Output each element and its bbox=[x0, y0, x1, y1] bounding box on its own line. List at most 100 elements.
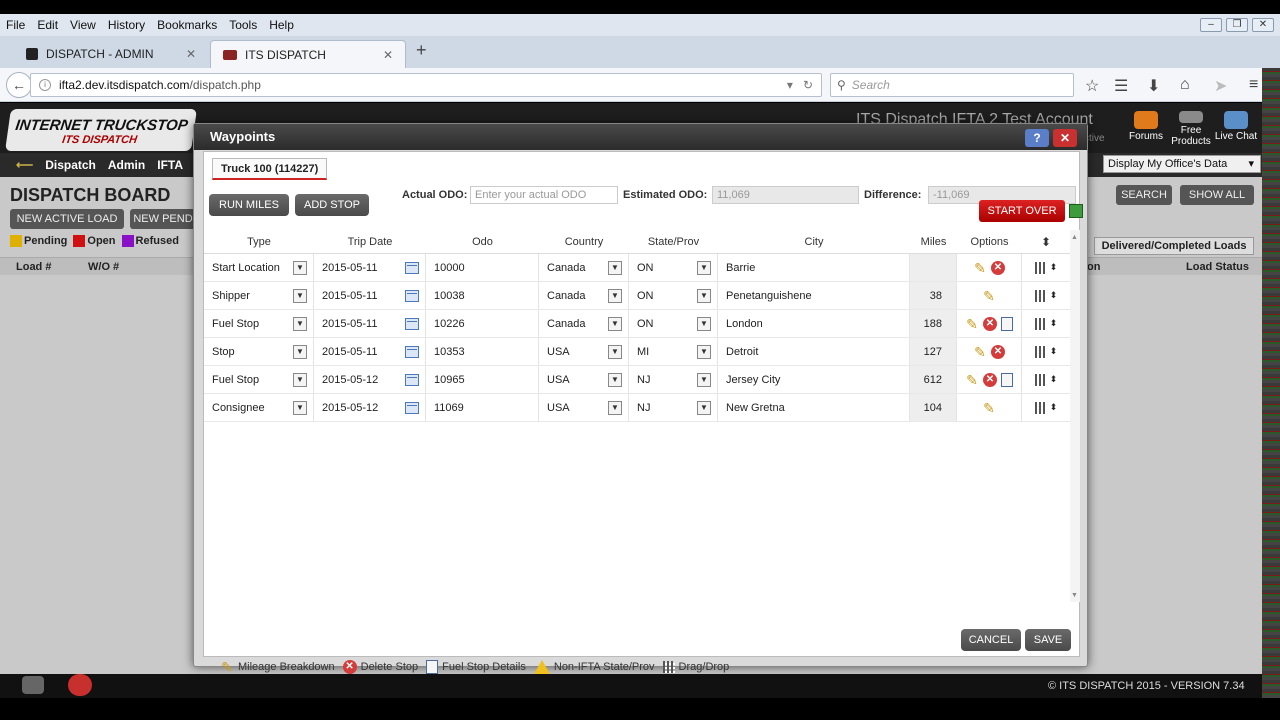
office-data-select[interactable]: Display My Office's Data ▾ bbox=[1103, 155, 1261, 173]
tab-its-dispatch[interactable]: ITS DISPATCH ✕ bbox=[210, 40, 406, 68]
truck-tab[interactable]: Truck 100 (114227) bbox=[212, 158, 328, 180]
country-select[interactable]: Canada ▼ bbox=[539, 282, 629, 309]
grid-scrollbar[interactable]: ▲ ▼ bbox=[1070, 230, 1080, 602]
delete-icon[interactable]: ✕ bbox=[983, 316, 997, 331]
country-select[interactable]: USA ▼ bbox=[539, 394, 629, 421]
reorder-arrows-icon[interactable]: ⬍ bbox=[1050, 290, 1058, 301]
export-excel-icon[interactable] bbox=[1069, 204, 1083, 218]
type-select[interactable]: Stop ▼ bbox=[204, 338, 314, 365]
chevron-down-icon[interactable]: ▼ bbox=[608, 288, 622, 303]
live-chat-link[interactable]: Live Chat bbox=[1214, 111, 1258, 142]
trip-date-field[interactable]: 2015-05-11 bbox=[314, 310, 426, 337]
new-active-load-button[interactable]: NEW ACTIVE LOAD bbox=[10, 209, 124, 229]
state-select[interactable]: NJ ▼ bbox=[629, 394, 718, 421]
col-load-status[interactable]: Load Status bbox=[1186, 261, 1249, 273]
state-select[interactable]: ON ▼ bbox=[629, 310, 718, 337]
its-dispatch-logo[interactable]: INTERNET TRUCKSTOP ITS DISPATCH bbox=[5, 109, 197, 151]
menu-edit[interactable]: Edit bbox=[31, 18, 64, 32]
download-icon[interactable]: ⬇ bbox=[1147, 76, 1160, 96]
col-state-prov[interactable]: State/Prov bbox=[629, 230, 718, 253]
new-pending-button[interactable]: NEW PEND bbox=[130, 209, 196, 229]
reorder-arrows-icon[interactable]: ⬍ bbox=[1050, 374, 1058, 385]
back-arrow-icon[interactable]: ← bbox=[6, 72, 32, 98]
add-stop-button[interactable]: ADD STOP bbox=[295, 194, 369, 216]
city-field[interactable]: Jersey City bbox=[718, 366, 910, 393]
fuel-document-icon[interactable] bbox=[1001, 372, 1013, 387]
drag-handle-icon[interactable] bbox=[1034, 401, 1047, 414]
actual-odo-input[interactable]: Enter your actual ODO bbox=[470, 186, 618, 204]
delete-icon[interactable]: ✕ bbox=[991, 260, 1005, 275]
chevron-down-icon[interactable]: ▼ bbox=[697, 400, 711, 415]
table-row[interactable]: Consignee ▼ 2015-05-12 11069 USA ▼ NJ ▼ New Gret… bbox=[204, 394, 1070, 422]
trip-date-field[interactable]: 2015-05-11 bbox=[314, 338, 426, 365]
trip-date-field[interactable]: 2015-05-11 bbox=[314, 282, 426, 309]
state-select[interactable]: ON ▼ bbox=[629, 254, 718, 281]
city-field[interactable]: New Gretna bbox=[718, 394, 910, 421]
col-country[interactable]: Country bbox=[539, 230, 629, 253]
nav-arrow-icon[interactable]: ⟵ bbox=[16, 158, 33, 172]
nav-ifta[interactable]: IFTA bbox=[157, 158, 183, 172]
country-select[interactable]: Canada ▼ bbox=[539, 310, 629, 337]
chevron-down-icon[interactable]: ▼ bbox=[293, 260, 307, 275]
type-select[interactable]: Fuel Stop ▼ bbox=[204, 366, 314, 393]
pencil-icon[interactable]: ✎ bbox=[973, 345, 987, 359]
desktop-icon[interactable] bbox=[22, 676, 44, 694]
calendar-icon[interactable] bbox=[405, 401, 419, 414]
scroll-up-icon[interactable]: ▲ bbox=[1071, 234, 1078, 241]
pencil-icon[interactable]: ✎ bbox=[965, 373, 979, 387]
site-info-icon[interactable]: i bbox=[39, 79, 51, 91]
country-select[interactable]: USA ▼ bbox=[539, 338, 629, 365]
odo-field[interactable]: 10965 bbox=[426, 366, 539, 393]
menu-bookmarks[interactable]: Bookmarks bbox=[151, 18, 223, 32]
odo-field[interactable]: 10000 bbox=[426, 254, 539, 281]
run-miles-button[interactable]: RUN MILES bbox=[209, 194, 289, 216]
drag-cell[interactable]: ⬍ bbox=[1022, 394, 1070, 421]
chevron-down-icon[interactable]: ▼ bbox=[697, 288, 711, 303]
pencil-icon[interactable]: ✎ bbox=[982, 401, 996, 415]
city-field[interactable]: Penetanguishene bbox=[718, 282, 910, 309]
nav-dispatch[interactable]: Dispatch bbox=[45, 158, 96, 172]
table-row[interactable]: Stop ▼ 2015-05-11 10353 USA ▼ MI ▼ Detroit 127 ✎ ✕ ⬍ bbox=[204, 338, 1070, 366]
sort-arrows-icon[interactable]: ⬍ bbox=[1022, 230, 1070, 253]
reorder-arrows-icon[interactable]: ⬍ bbox=[1050, 346, 1058, 357]
drag-handle-icon[interactable] bbox=[1034, 261, 1047, 274]
state-select[interactable]: ON ▼ bbox=[629, 282, 718, 309]
col-miles[interactable]: Miles bbox=[910, 230, 957, 253]
bookmark-star-icon[interactable]: ☆ bbox=[1085, 76, 1099, 96]
col-type[interactable]: Type bbox=[204, 230, 314, 253]
help-icon[interactable]: ? bbox=[1025, 129, 1049, 147]
table-row[interactable]: Fuel Stop ▼ 2015-05-11 10226 Canada ▼ ON ▼ Londo… bbox=[204, 310, 1070, 338]
col-wo-number[interactable]: W/O # bbox=[88, 261, 119, 273]
drag-cell[interactable]: ⬍ bbox=[1022, 366, 1070, 393]
drag-cell[interactable]: ⬍ bbox=[1022, 338, 1070, 365]
chevron-down-icon[interactable]: ▼ bbox=[608, 344, 622, 359]
table-row[interactable]: Start Location ▼ 2015-05-11 10000 Canada ▼ ON ▼… bbox=[204, 254, 1070, 282]
restore-icon[interactable]: ❐ bbox=[1226, 18, 1248, 32]
type-select[interactable]: Start Location ▼ bbox=[204, 254, 314, 281]
state-select[interactable]: MI ▼ bbox=[629, 338, 718, 365]
calendar-icon[interactable] bbox=[405, 289, 419, 302]
pencil-icon[interactable]: ✎ bbox=[982, 289, 996, 303]
menu-help[interactable]: Help bbox=[263, 18, 300, 32]
drag-cell[interactable]: ⬍ bbox=[1022, 310, 1070, 337]
chevron-down-icon[interactable]: ▼ bbox=[697, 372, 711, 387]
forums-link[interactable]: Forums bbox=[1124, 111, 1168, 142]
trip-date-field[interactable]: 2015-05-11 bbox=[314, 254, 426, 281]
menu-file[interactable]: File bbox=[0, 18, 31, 32]
odo-field[interactable]: 11069 bbox=[426, 394, 539, 421]
drag-handle-icon[interactable] bbox=[1034, 317, 1047, 330]
drag-handle-icon[interactable] bbox=[1034, 373, 1047, 386]
odo-field[interactable]: 10226 bbox=[426, 310, 539, 337]
dropdown-arrow-icon[interactable]: ▾ bbox=[787, 78, 793, 92]
search-input[interactable]: ⚲ Search bbox=[830, 73, 1074, 97]
city-field[interactable]: Detroit bbox=[718, 338, 910, 365]
show-all-button[interactable]: SHOW ALL bbox=[1180, 185, 1254, 205]
chevron-down-icon[interactable]: ▼ bbox=[293, 400, 307, 415]
pencil-icon[interactable]: ✎ bbox=[965, 317, 979, 331]
reorder-arrows-icon[interactable]: ⬍ bbox=[1050, 402, 1058, 413]
state-select[interactable]: NJ ▼ bbox=[629, 366, 718, 393]
city-field[interactable]: London bbox=[718, 310, 910, 337]
city-field[interactable]: Barrie bbox=[718, 254, 910, 281]
tab-dispatch-admin[interactable]: DISPATCH - ADMIN ✕ bbox=[14, 40, 208, 68]
type-select[interactable]: Consignee ▼ bbox=[204, 394, 314, 421]
